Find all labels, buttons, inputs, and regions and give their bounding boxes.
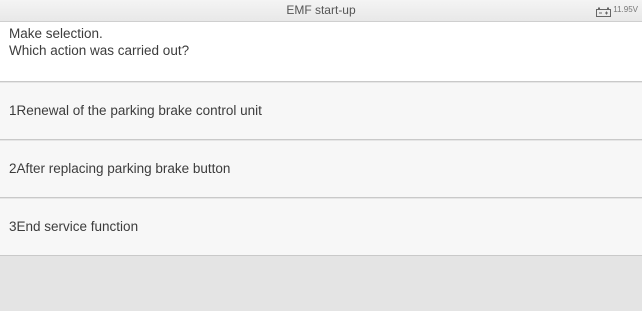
footer-area bbox=[0, 256, 642, 311]
battery-voltage: 11.95V bbox=[613, 4, 638, 14]
option-label: 1Renewal of the parking brake control un… bbox=[9, 103, 262, 118]
prompt-instruction: Make selection. bbox=[9, 26, 103, 41]
window-title: EMF start-up bbox=[286, 3, 356, 17]
option-label: 2After replacing parking brake button bbox=[9, 161, 231, 176]
option-label: 3End service function bbox=[9, 219, 139, 234]
option-end-service-function[interactable]: 3End service function bbox=[0, 199, 642, 256]
battery-icon bbox=[596, 4, 612, 17]
selection-prompt: Make selection. Which action was carried… bbox=[0, 22, 642, 82]
option-replacing-brake-button[interactable]: 2After replacing parking brake button bbox=[0, 141, 642, 198]
prompt-question: Which action was carried out? bbox=[9, 43, 190, 58]
title-bar: EMF start-up 11.95V bbox=[0, 0, 642, 22]
battery-status: 11.95V bbox=[596, 4, 638, 17]
option-renewal-control-unit[interactable]: 1Renewal of the parking brake control un… bbox=[0, 83, 642, 140]
